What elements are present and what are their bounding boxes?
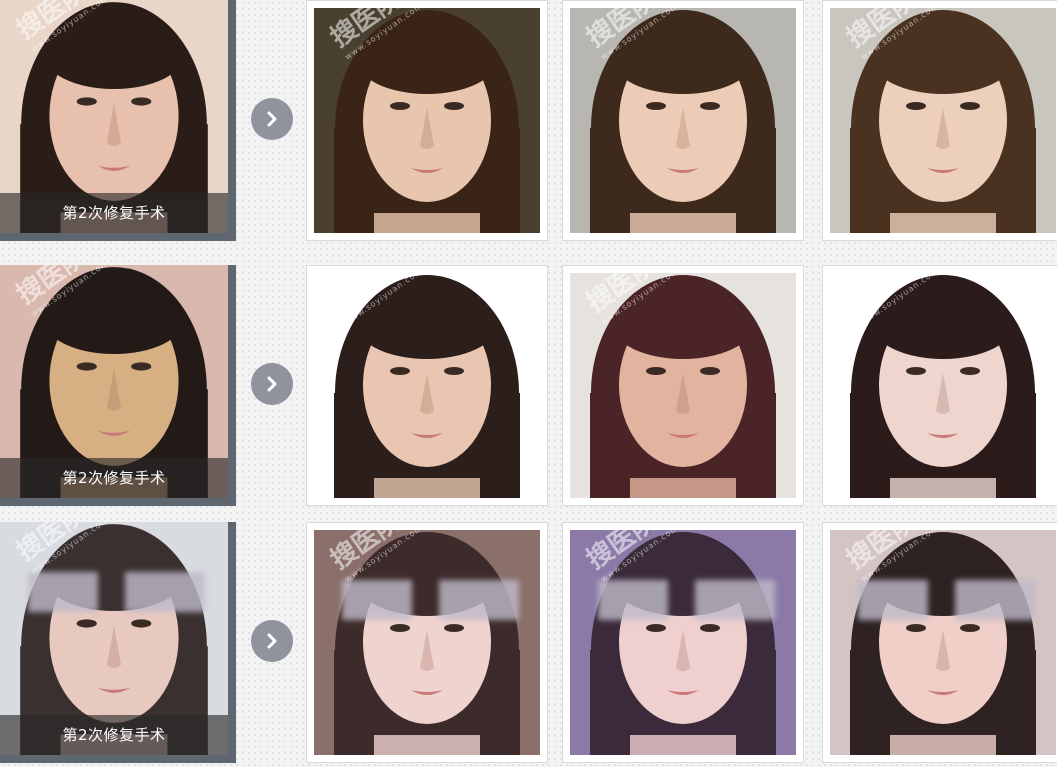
privacy-blur (695, 580, 775, 620)
after-photo-card[interactable]: 搜医院 www.soyiyuan.com (306, 522, 548, 763)
privacy-blur (598, 580, 668, 620)
privacy-blur (125, 572, 205, 612)
after-photo-card[interactable]: 搜医院 www.soyiyuan.com (822, 265, 1057, 506)
after-photo: 搜医院 www.soyiyuan.com (830, 273, 1056, 498)
after-photo-card[interactable]: 搜医院 www.soyiyuan.com (306, 0, 548, 241)
before-photo-card[interactable]: 搜医院 www.soyiyuan.com 第2次修复手术 (0, 265, 236, 506)
before-photo: 搜医院 www.soyiyuan.com 第2次修复手术 (0, 0, 228, 233)
after-photo: 搜医院 www.soyiyuan.com (570, 273, 796, 498)
after-photo-card[interactable]: 搜医院 www.soyiyuan.com (562, 265, 804, 506)
after-photo: 搜医院 www.soyiyuan.com (314, 8, 540, 233)
before-photo: 搜医院 www.soyiyuan.com 第2次修复手术 (0, 265, 228, 498)
before-photo-card[interactable]: 搜医院 www.soyiyuan.com 第2次修复手术 (0, 522, 236, 763)
after-photo-card[interactable]: 搜医院 www.soyiyuan.com (822, 0, 1057, 241)
after-photo-card[interactable]: 搜医院 www.soyiyuan.com (562, 0, 804, 241)
after-photo-card[interactable]: 搜医院 www.soyiyuan.com (822, 522, 1057, 763)
chevron-right-icon[interactable] (251, 98, 293, 140)
before-caption: 第2次修复手术 (0, 193, 228, 233)
after-photo: 搜医院 www.soyiyuan.com (830, 8, 1056, 233)
privacy-blur (955, 580, 1035, 620)
after-photo: 搜医院 www.soyiyuan.com (314, 530, 540, 755)
case-row: 搜医院 www.soyiyuan.com 第2次修复手术 搜医院 www.soyiyua… (0, 0, 1057, 245)
after-photo: 搜医院 www.soyiyuan.com (314, 273, 540, 498)
after-photo: 搜医院 www.soyiyuan.com (830, 530, 1056, 755)
case-row: 搜医院 www.soyiyuan.com 第2次修复手术 搜医院 www.soyiyua… (0, 522, 1057, 767)
privacy-blur (342, 580, 412, 620)
chevron-right-icon[interactable] (251, 363, 293, 405)
before-caption: 第2次修复手术 (0, 458, 228, 498)
before-caption: 第2次修复手术 (0, 715, 228, 755)
after-photo: 搜医院 www.soyiyuan.com (570, 530, 796, 755)
case-row: 搜医院 www.soyiyuan.com 第2次修复手术 搜医院 www.soyiyua… (0, 265, 1057, 510)
before-photo: 搜医院 www.soyiyuan.com 第2次修复手术 (0, 522, 228, 755)
chevron-right-icon[interactable] (251, 620, 293, 662)
privacy-blur (439, 580, 519, 620)
privacy-blur (858, 580, 928, 620)
privacy-blur (28, 572, 98, 612)
after-photo-card[interactable]: 搜医院 www.soyiyuan.com (306, 265, 548, 506)
after-photo-card[interactable]: 搜医院 www.soyiyuan.com (562, 522, 804, 763)
before-photo-card[interactable]: 搜医院 www.soyiyuan.com 第2次修复手术 (0, 0, 236, 241)
after-photo: 搜医院 www.soyiyuan.com (570, 8, 796, 233)
